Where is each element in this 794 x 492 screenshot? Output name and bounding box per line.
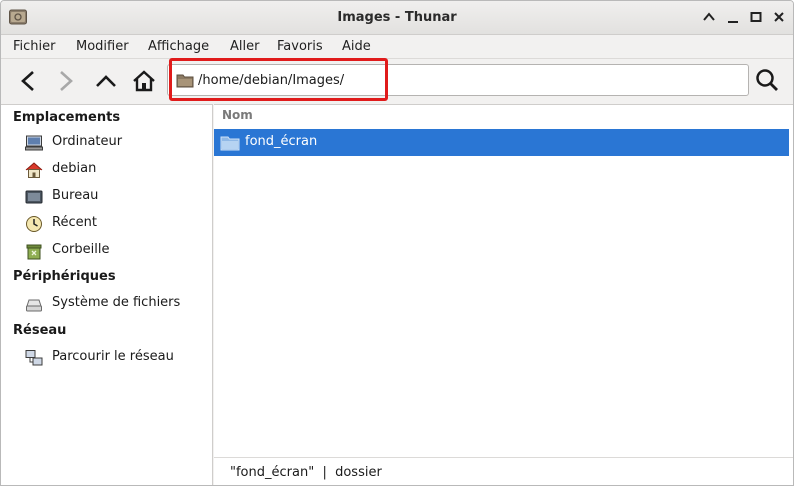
shade-button[interactable] <box>701 9 717 25</box>
search-icon <box>756 69 778 91</box>
sidebar-item-label: Récent <box>52 215 97 230</box>
sidebar-item-debian[interactable]: debian <box>25 159 211 181</box>
minimize-icon <box>728 21 738 23</box>
sidebar-item-label: Système de fichiers <box>52 295 181 310</box>
folder-icon <box>220 136 240 151</box>
thunar-window: Images - Thunar Fichier Modifier Afficha… <box>0 0 794 486</box>
sidebar-item-label: debian <box>52 161 97 176</box>
maximize-button[interactable] <box>748 9 764 25</box>
sidebar-item-ordinateur[interactable]: Ordinateur <box>25 132 211 154</box>
computer-icon <box>25 135 43 151</box>
home-icon <box>133 70 155 92</box>
forward-arrow-icon <box>60 71 73 91</box>
section-emplacements: Emplacements <box>13 110 121 125</box>
sidebar-item-systeme-de-fichiers[interactable]: Système de fichiers <box>25 293 211 315</box>
section-reseau: Réseau <box>13 323 67 338</box>
maximize-icon <box>750 12 762 22</box>
menu-fichier[interactable]: Fichier <box>13 39 56 54</box>
back-button[interactable] <box>15 67 41 95</box>
network-icon <box>25 350 43 366</box>
desktop-icon <box>25 190 43 204</box>
forward-button[interactable] <box>53 67 79 95</box>
sidebar-item-corbeille[interactable]: Corbeille <box>25 240 211 262</box>
sidebar-item-label: Bureau <box>52 188 99 203</box>
toolbar <box>1 59 793 103</box>
window-title: Images - Thunar <box>337 10 457 25</box>
status-bar: "fond_écran" | dossier <box>214 457 793 485</box>
title-bar[interactable]: Images - Thunar <box>1 1 793 35</box>
menu-modifier[interactable]: Modifier <box>76 39 129 54</box>
menu-aller[interactable]: Aller <box>230 39 259 54</box>
section-peripheriques: Périphériques <box>13 269 116 284</box>
sidebar-item-label: Ordinateur <box>52 134 123 149</box>
search-button[interactable] <box>753 65 781 95</box>
close-icon <box>774 12 784 22</box>
menu-affichage[interactable]: Affichage <box>148 39 209 54</box>
home-button[interactable] <box>131 67 157 95</box>
folder-icon <box>176 74 194 88</box>
location-input[interactable] <box>198 69 718 91</box>
menu-favoris[interactable]: Favoris <box>277 39 323 54</box>
menu-bar: Fichier Modifier Affichage Aller Favoris… <box>1 35 793 59</box>
column-header-name[interactable]: Nom <box>214 105 793 127</box>
minimize-button[interactable] <box>725 9 741 25</box>
status-text: "fond_écran" | dossier <box>230 465 382 480</box>
sidebar-item-label: Parcourir le réseau <box>52 349 174 364</box>
sidebar-item-bureau[interactable]: Bureau <box>25 186 211 208</box>
sidebar-item-recent[interactable]: Récent <box>25 213 211 235</box>
column-header-label: Nom <box>222 108 253 122</box>
up-arrow-icon <box>96 75 116 87</box>
recent-clock-icon <box>26 216 42 232</box>
location-bar[interactable] <box>167 64 749 96</box>
menu-aide[interactable]: Aide <box>342 39 371 54</box>
file-list-pane: Nom fond_écran "fond_écran" | dossier <box>214 104 793 485</box>
drive-icon <box>26 299 42 312</box>
trash-icon <box>26 244 42 260</box>
sidebar-item-label: Corbeille <box>52 242 110 257</box>
sidebar-item-parcourir-le-reseau[interactable]: Parcourir le réseau <box>25 347 211 369</box>
file-name: fond_écran <box>245 134 318 149</box>
sidebar: Emplacements Ordinateur debian Bureau Ré… <box>1 104 213 485</box>
back-arrow-icon <box>21 71 34 91</box>
caret-up-icon <box>703 12 715 21</box>
user-home-icon <box>25 162 43 178</box>
file-row[interactable]: fond_écran <box>214 129 789 156</box>
up-button[interactable] <box>93 67 119 95</box>
close-button[interactable] <box>771 9 787 25</box>
